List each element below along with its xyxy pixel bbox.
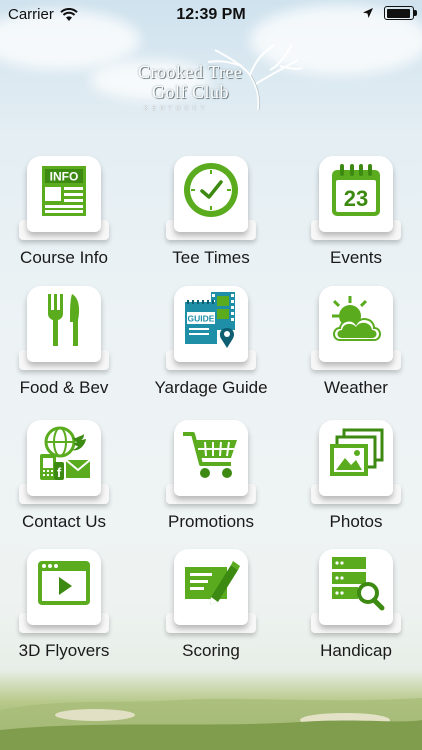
tile-scoring[interactable]: Scoring [141, 543, 281, 673]
icon-card [311, 547, 401, 633]
icon-card: 23 [311, 154, 401, 240]
tile-label: Handicap [320, 641, 392, 660]
video-play-icon [38, 561, 90, 605]
icon-card [19, 284, 109, 370]
tile-label: Scoring [182, 641, 240, 660]
tile-label: Photos [329, 512, 383, 531]
info-icon: INFO [42, 166, 86, 216]
tile-weather[interactable]: Weather [286, 280, 422, 410]
icon-card: INFO [19, 154, 109, 240]
globe-phone-mail-icon: f [40, 426, 91, 480]
sun-cloud-icon [332, 296, 381, 341]
icon-card [19, 547, 109, 633]
battery-icon [384, 6, 417, 20]
icon-card: GUIDE [166, 284, 256, 370]
icon-card [311, 284, 401, 370]
logo-sub: KENTUCKY [144, 106, 209, 112]
tile-contact-us[interactable]: f Contact Us [0, 414, 134, 544]
golf-course-background [0, 670, 422, 750]
calendar-icon: 23 [332, 164, 380, 216]
clock-icon [184, 163, 238, 217]
tile-course-info[interactable]: INFO Course Info [0, 150, 134, 280]
tile-label: Contact Us [21, 512, 107, 531]
tile-label: Course Info [20, 248, 108, 267]
location-arrow-icon [363, 8, 373, 18]
battery-level [386, 8, 410, 18]
guide-text: GUIDE [188, 314, 215, 324]
tile-tee-times[interactable]: Tee Times [141, 150, 281, 280]
status-time: 12:39 PM [176, 6, 246, 23]
tile-label: Promotions [168, 512, 254, 531]
tile-food-bev[interactable]: Food & Bev [0, 280, 134, 410]
icon-card [166, 418, 256, 504]
guide-map-icon: GUIDE [185, 292, 235, 348]
course-landscape-icon [0, 698, 422, 750]
svg-text:f: f [57, 465, 62, 480]
tile-label: Food & Bev [19, 378, 109, 397]
svg-text:INFO: INFO [50, 170, 79, 184]
database-search-icon [332, 557, 385, 611]
tile-label: 3D Flyovers [18, 641, 110, 660]
shopping-cart-icon [183, 432, 237, 478]
status-bar: Carrier 12:39 PM [0, 0, 422, 30]
tile-events[interactable]: 23 Events [286, 150, 422, 280]
logo-line2: Golf Club [152, 82, 230, 102]
tile-3d-flyovers[interactable]: 3D Flyovers [0, 543, 134, 673]
tile-label: Weather [324, 378, 388, 397]
club-logo: Crooked Tree Golf Club KENTUCKY [130, 40, 305, 112]
icon-card: f [19, 418, 109, 504]
icon-card [311, 418, 401, 504]
tile-handicap[interactable]: Handicap [286, 543, 422, 673]
tile-label: Yardage Guide [154, 378, 268, 397]
tile-yardage-guide[interactable]: GUIDE Yardage Guide [141, 280, 281, 410]
calendar-day: 23 [344, 186, 368, 211]
icon-card [166, 154, 256, 240]
icon-card [166, 547, 256, 633]
tile-photos[interactable]: Photos [286, 414, 422, 544]
photos-icon [330, 428, 384, 476]
logo-line1: Crooked Tree [138, 62, 243, 82]
fork-knife-icon [48, 294, 80, 346]
tile-label: Tee Times [172, 248, 250, 267]
tile-promotions[interactable]: Promotions [141, 414, 281, 544]
tile-label: Events [330, 248, 382, 267]
scorecard-pencil-icon [185, 561, 240, 605]
